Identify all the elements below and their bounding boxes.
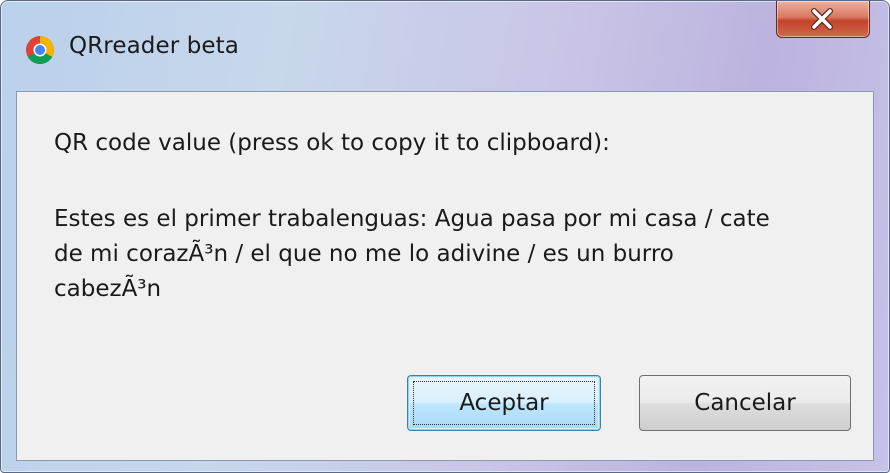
cancel-button[interactable]: Cancelar [639,375,851,431]
dialog-window: QRreader beta QR code value (press ok to… [0,0,890,473]
window-title: QRreader beta [69,33,239,59]
qr-value-text: Estes es el primer trabalenguas: Agua pa… [54,206,770,302]
title-bar[interactable]: QRreader beta [1,1,889,91]
close-button[interactable] [776,1,870,38]
chrome-icon [26,36,54,64]
close-icon [811,8,833,30]
ok-button[interactable]: Aceptar [407,375,601,431]
prompt-label: QR code value (press ok to copy it to cl… [54,130,610,156]
focus-ring [413,381,595,425]
dialog-body: QR code value (press ok to copy it to cl… [16,91,874,461]
cancel-button-label: Cancelar [694,390,796,416]
